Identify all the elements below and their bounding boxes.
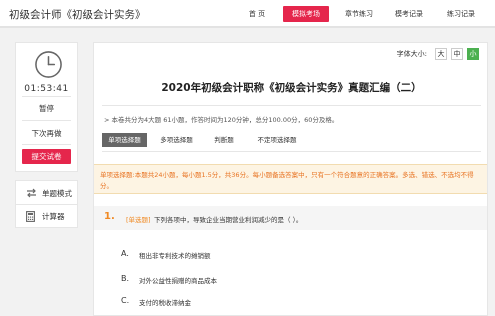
pause-button[interactable]: 暂停 <box>22 101 71 116</box>
timer-panel: 01:53:41 暂停 下次再做 提交试卷 <box>15 42 78 172</box>
notice-line: 分。 <box>100 182 113 190</box>
calculator-icon <box>26 211 35 222</box>
top-header: 初级会计师《初级会计实务》 首 页 模拟考场 章节练习 模考记录 练习记录 <box>0 0 495 28</box>
nav-practice-records[interactable]: 练习记录 <box>438 6 484 22</box>
option-text: 对外公益性捐赠的商品成本 <box>139 277 217 285</box>
single-mode-label: 单题模式 <box>42 189 72 198</box>
question-type: [单选题] <box>126 216 151 224</box>
divider <box>22 96 71 97</box>
tab-indefinite-choice[interactable]: 不定项选择题 <box>250 133 304 147</box>
section-notice: 单项选择题:本题共24小题，每小题1.5分，共36分。每小题备选答案中，只有一个… <box>94 164 487 194</box>
clock-icon <box>35 51 62 78</box>
divider <box>102 105 481 106</box>
tools-panel: 单题模式 计算器 <box>15 180 78 228</box>
tab-true-false[interactable]: 判断题 <box>206 133 242 147</box>
option-letter: B. <box>121 274 130 283</box>
notice-text: 单项选择题:本题共24小题，每小题1.5分，共36分。每小题备选答案中，只有一个… <box>100 170 480 192</box>
divider <box>22 144 71 145</box>
tab-single-choice[interactable]: 单项选择题 <box>102 133 147 147</box>
nav-home[interactable]: 首 页 <box>238 6 276 22</box>
font-size-small-button[interactable]: 小 <box>467 48 479 60</box>
single-question-mode-button[interactable]: 单题模式 <box>16 182 77 204</box>
notice-line: 单项选择题:本题共24小题，每小题1.5分，共36分。每小题备选答案中，只有一个… <box>100 171 474 179</box>
divider <box>102 151 481 152</box>
exam-info: > 本卷共分为4大题 61小题，作答时间为120分钟，总分100.00分，60分… <box>104 116 339 124</box>
swap-arrows-icon <box>27 188 36 198</box>
countdown-timer: 01:53:41 <box>24 84 69 94</box>
paper-title: 2020年初级会计职称《初级会计实务》真题汇编（二） <box>161 82 422 94</box>
calculator-button[interactable]: 计算器 <box>16 205 77 227</box>
app-title: 初级会计师《初级会计实务》 <box>9 9 146 21</box>
font-size-large-button[interactable]: 大 <box>435 48 447 60</box>
option-text: 租出非专利技术的摊销额 <box>139 252 211 260</box>
font-size-selector: 字体大小: 大 中 小 <box>379 48 479 60</box>
nav-exam-records[interactable]: 模考记录 <box>386 6 432 22</box>
nav-mock-exam[interactable]: 模拟考场 <box>283 6 329 22</box>
tab-multiple-choice[interactable]: 多项选择题 <box>154 133 199 147</box>
divider <box>22 120 71 121</box>
option-letter: C. <box>121 296 130 305</box>
font-size-medium-button[interactable]: 中 <box>451 48 463 60</box>
submit-paper-button[interactable]: 提交试卷 <box>22 149 71 164</box>
nav-chapter-practice[interactable]: 章节练习 <box>336 6 382 22</box>
question-number: 1. <box>104 211 115 222</box>
option-text: 支付的税收滞纳金 <box>139 299 191 307</box>
option-letter: A. <box>121 249 129 258</box>
calculator-label: 计算器 <box>42 212 65 221</box>
exam-main-panel: 字体大小: 大 中 小 2020年初级会计职称《初级会计实务》真题汇编（二） >… <box>93 42 488 316</box>
question-header: 1. [单选题] 下列各项中，导致企业当期营业利润减少的是（ ）。 <box>94 206 487 230</box>
font-size-label: 字体大小: <box>396 50 427 58</box>
do-later-button[interactable]: 下次再做 <box>22 126 71 141</box>
question-stem: 下列各项中，导致企业当期营业利润减少的是（ ）。 <box>154 216 303 224</box>
